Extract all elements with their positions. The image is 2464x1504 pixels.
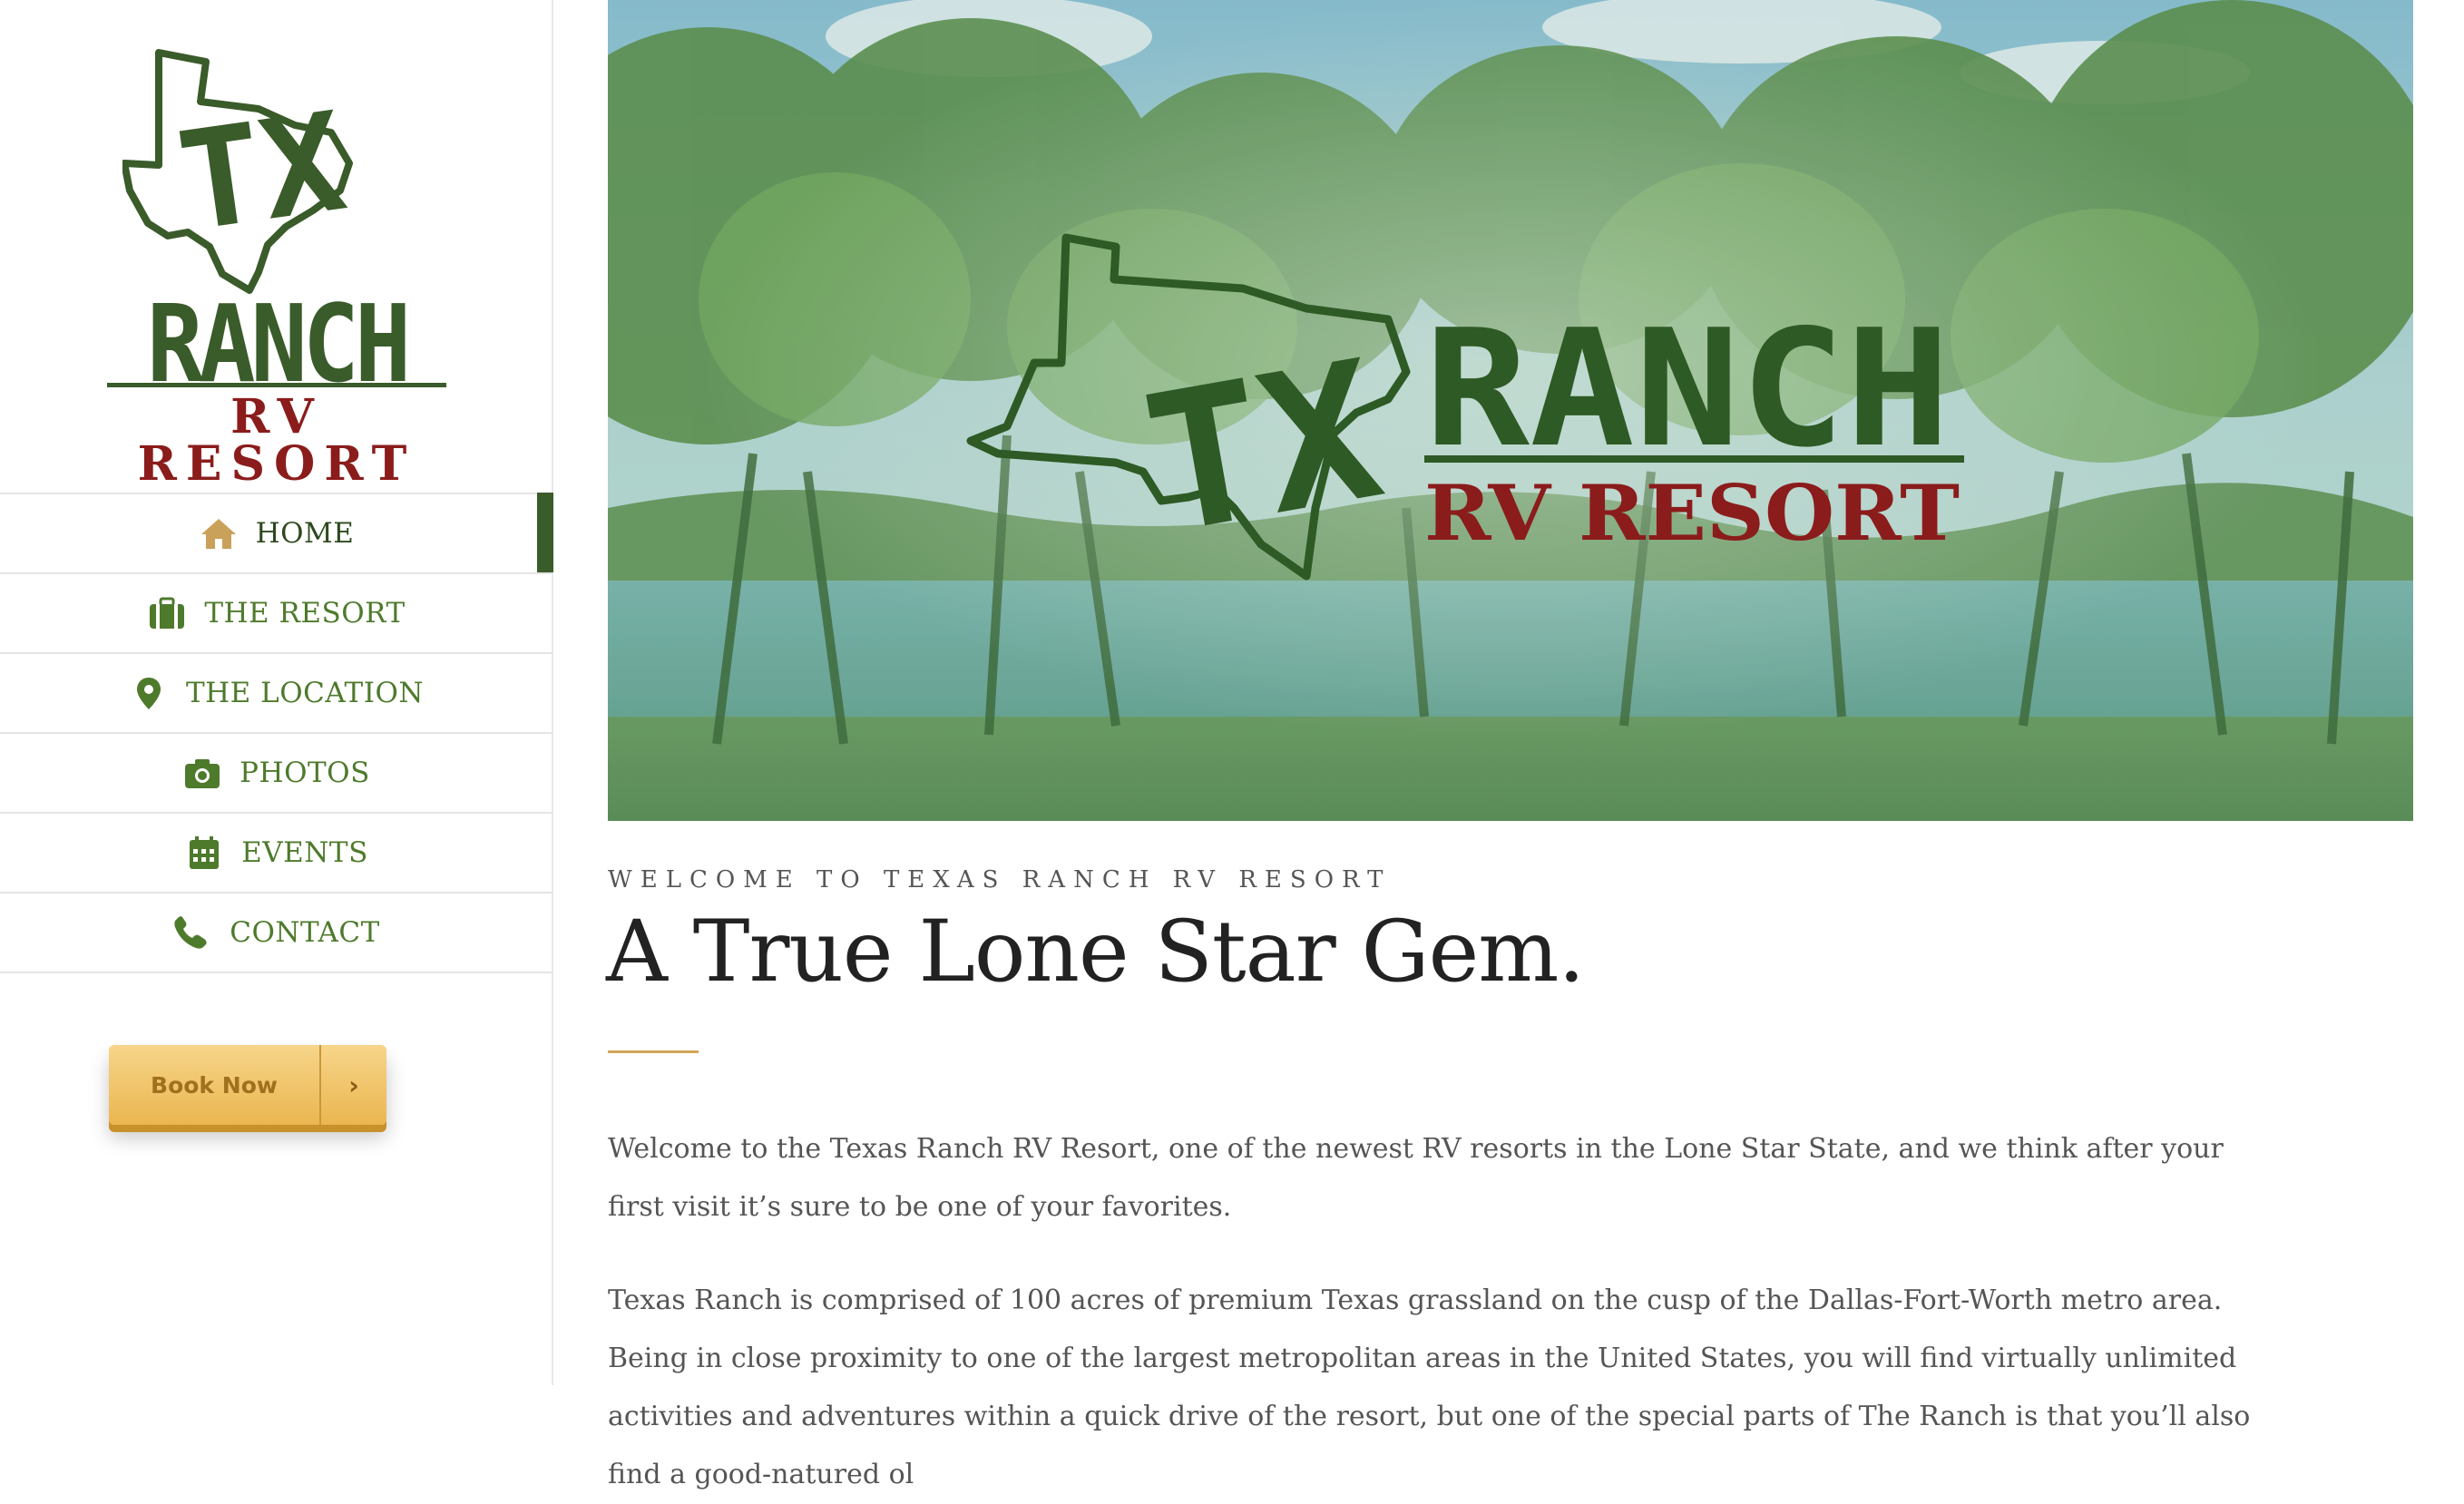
home-icon [198, 515, 240, 552]
page-title: A True Lone Star Gem. [606, 903, 1585, 1001]
book-now-label: Book Now [151, 1071, 278, 1099]
map-marker-icon [128, 675, 170, 711]
nav-item-events[interactable]: EVENTS [0, 814, 552, 894]
chevron-right-icon: › [348, 1069, 359, 1100]
nav-item-photos[interactable]: PHOTOS [0, 734, 552, 814]
hero-logo-rv-resort: RV RESORT [1424, 468, 1960, 558]
welcome-eyebrow: WELCOME TO TEXAS RANCH RV RESORT [608, 866, 1392, 894]
nav-item-home[interactable]: HOME [0, 493, 553, 574]
nav-item-label: HOME [255, 517, 355, 550]
nav-item-label: CONTACT [230, 916, 380, 949]
site-logo[interactable]: TX RANCH RV RESORT [100, 45, 454, 488]
briefcase-icon [146, 595, 188, 631]
nav-item-label: THE RESORT [204, 597, 406, 630]
main-nav: HOME THE RESORT THE LOCATION PHOTOS EVEN… [0, 493, 553, 973]
logo-ranch-text: RANCH [146, 281, 411, 406]
logo-tx: TX [170, 83, 354, 262]
hero-logo-tx: TX [1131, 318, 1396, 577]
calendar-icon [183, 835, 225, 871]
nav-item-label: PHOTOS [240, 757, 370, 789]
nav-item-label: EVENTS [241, 836, 368, 869]
hero-image: TX RANCH RV RESORT [608, 0, 2413, 821]
sidebar: TX RANCH RV RESORT HOME THE RESORT THE L… [0, 0, 553, 1385]
nav-item-the-location[interactable]: THE LOCATION [0, 654, 552, 734]
title-accent-rule [608, 1050, 699, 1053]
nav-item-label: THE LOCATION [185, 677, 425, 709]
camera-icon [181, 755, 223, 791]
logo-rv-resort-text: RV RESORT [137, 389, 416, 492]
phone-icon [171, 914, 213, 951]
nav-item-the-resort[interactable]: THE RESORT [0, 574, 552, 654]
intro-paragraph: Welcome to the Texas Ranch RV Resort, on… [608, 1133, 2224, 1223]
hero-banner: TX RANCH RV RESORT [608, 0, 2413, 821]
hero-logo-ranch: RANCH [1424, 295, 1951, 483]
book-now-button[interactable]: Book Now › [109, 1045, 386, 1125]
logo-rule [107, 383, 446, 387]
body-paragraph: Texas Ranch is comprised of 100 acres of… [608, 1284, 2251, 1490]
texas-map-icon: TX [122, 49, 354, 294]
nav-item-contact[interactable]: CONTACT [0, 894, 552, 973]
